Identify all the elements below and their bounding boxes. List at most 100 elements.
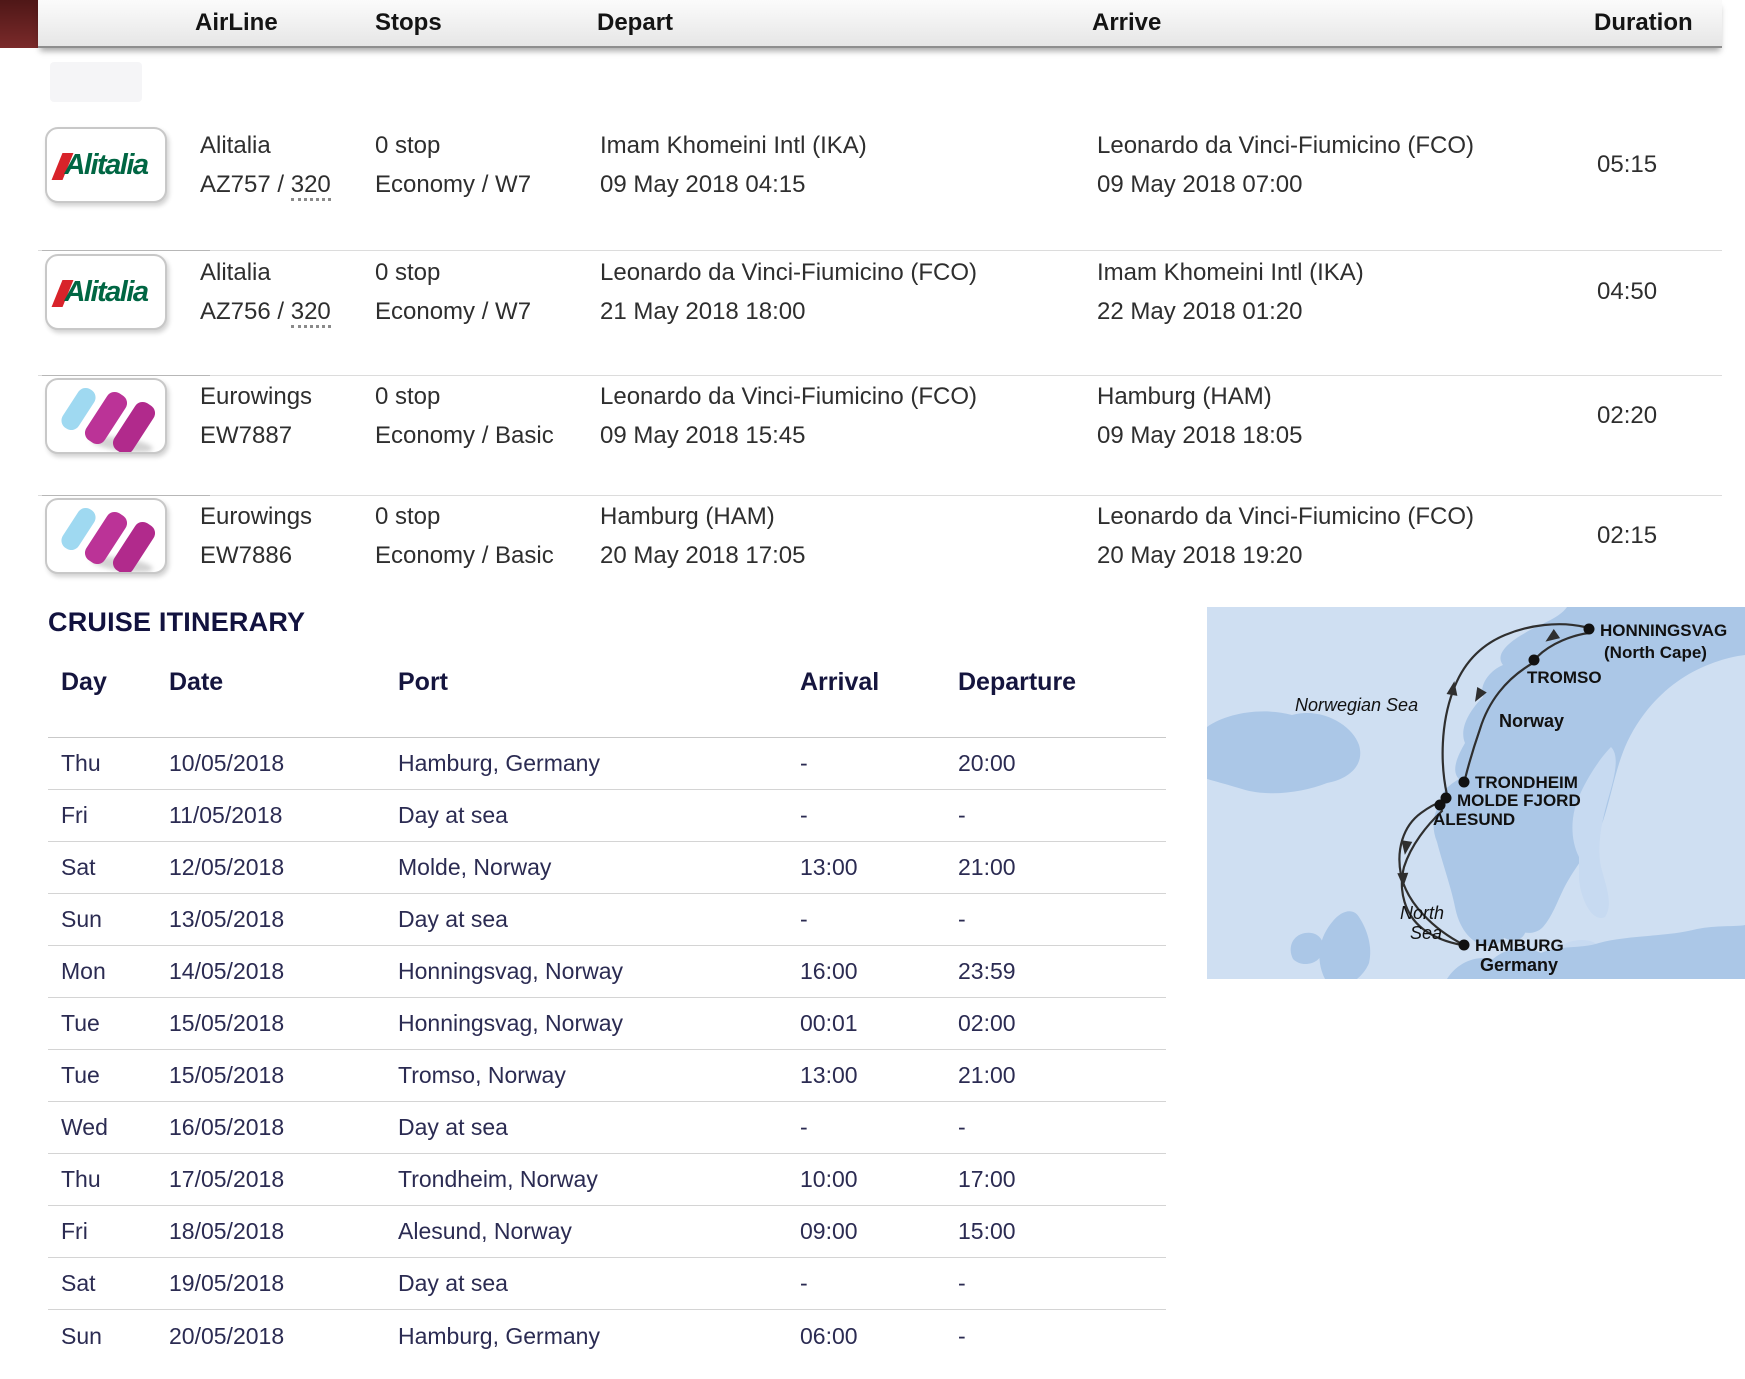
departure-cell: 23:59 (958, 958, 1166, 985)
departure-cell: - (958, 1323, 1166, 1350)
duration-value: 05:15 (1597, 151, 1722, 179)
airline-cell: Eurowings EW7887 (200, 377, 375, 455)
day-cell: Fri (61, 1218, 169, 1245)
flight-cruise-summary-page: AirLine Stops Depart Arrive Duration Ali… (0, 0, 1745, 1379)
date-cell: 19/05/2018 (169, 1270, 398, 1297)
map-label-tromso: TROMSO (1527, 668, 1602, 687)
duration-value: 04:50 (1597, 278, 1722, 306)
cruise-row: Thu 17/05/2018 Trondheim, Norway 10:00 1… (48, 1154, 1166, 1206)
port-cell: Hamburg, Germany (398, 1323, 800, 1350)
port-cell: Alesund, Norway (398, 1218, 800, 1245)
arrive-cell: Hamburg (HAM) 09 May 2018 18:05 (1097, 377, 1597, 455)
map-label-north-sea-2: Sea (1410, 923, 1442, 943)
arrival-cell: 13:00 (800, 1062, 958, 1089)
depart-time: 21 May 2018 18:00 (600, 298, 806, 325)
airline-cell: Eurowings EW7886 (200, 497, 375, 575)
day-cell: Tue (61, 1062, 169, 1089)
map-label-norway: Norway (1499, 711, 1564, 731)
departure-cell: 21:00 (958, 1062, 1166, 1089)
depart-cell: Leonardo da Vinci-Fiumicino (FCO) 21 May… (600, 253, 1097, 331)
stops-cell: 0 stop Economy / Basic (375, 377, 600, 455)
aircraft-type[interactable]: 320 (291, 171, 331, 201)
date-cell: 18/05/2018 (169, 1218, 398, 1245)
airline-name: Eurowings (200, 503, 312, 530)
stops-count: 0 stop (375, 132, 440, 159)
column-header-duration: Duration (1594, 9, 1722, 37)
depart-airport: Leonardo da Vinci-Fiumicino (FCO) (600, 259, 977, 286)
cruise-row: Mon 14/05/2018 Honningsvag, Norway 16:00… (48, 946, 1166, 998)
alitalia-logo: Alitalia (45, 127, 167, 203)
flight-code: AZ756 / (200, 298, 284, 325)
flight-row-az756: Alitalia Alitalia AZ756 / 320 0 stop Eco… (38, 250, 1722, 375)
cabin-class: Economy / W7 (375, 171, 531, 198)
departure-cell: - (958, 906, 1166, 933)
aircraft-type[interactable]: 320 (291, 298, 331, 328)
map-label-trondheim: TRONDHEIM (1475, 773, 1578, 792)
map-label-hamburg: HAMBURG (1475, 936, 1564, 955)
arrival-cell: - (800, 750, 958, 777)
depart-time: 09 May 2018 04:15 (600, 171, 806, 198)
airline-name: Alitalia (200, 259, 271, 286)
arrive-time: 09 May 2018 07:00 (1097, 171, 1303, 198)
cruise-row: Wed 16/05/2018 Day at sea - - (48, 1102, 1166, 1154)
depart-airport: Imam Khomeini Intl (IKA) (600, 132, 867, 159)
arrival-cell: 16:00 (800, 958, 958, 985)
depart-airport: Hamburg (HAM) (600, 503, 775, 530)
cruise-table-header: Day Date Port Arrival Departure (48, 655, 1166, 738)
cruise-row: Tue 15/05/2018 Honningsvag, Norway 00:01… (48, 998, 1166, 1050)
column-header-airline: AirLine (195, 9, 375, 37)
arrival-cell: 00:01 (800, 1010, 958, 1037)
arrive-airport: Leonardo da Vinci-Fiumicino (FCO) (1097, 132, 1474, 159)
port-cell: Day at sea (398, 1270, 800, 1297)
arrival-cell: 09:00 (800, 1218, 958, 1245)
flights-table: Alitalia Alitalia AZ757 / 320 0 stop Eco… (38, 48, 1722, 615)
port-cell: Hamburg, Germany (398, 750, 800, 777)
date-cell: 12/05/2018 (169, 854, 398, 881)
cruise-row: Fri 18/05/2018 Alesund, Norway 09:00 15:… (48, 1206, 1166, 1258)
airline-name: Alitalia (200, 132, 271, 159)
port-cell: Trondheim, Norway (398, 1166, 800, 1193)
stops-count: 0 stop (375, 383, 440, 410)
airline-cell: Alitalia AZ756 / 320 (200, 253, 375, 331)
day-cell: Sun (61, 906, 169, 933)
date-cell: 15/05/2018 (169, 1062, 398, 1089)
depart-airport: Leonardo da Vinci-Fiumicino (FCO) (600, 383, 977, 410)
airline-cell: Alitalia AZ757 / 320 (200, 126, 375, 204)
departure-cell: - (958, 1270, 1166, 1297)
cruise-row: Sun 13/05/2018 Day at sea - - (48, 894, 1166, 946)
departure-cell: 17:00 (958, 1166, 1166, 1193)
column-header-date: Date (169, 668, 398, 737)
port-cell: Molde, Norway (398, 854, 800, 881)
arrival-cell: - (800, 802, 958, 829)
departure-cell: - (958, 1114, 1166, 1141)
cruise-table: Thu 10/05/2018 Hamburg, Germany - 20:00 … (48, 738, 1166, 1362)
port-cell: Tromso, Norway (398, 1062, 800, 1089)
cruise-route-map: HONNINGSVAG (North Cape) TROMSO Norwegia… (1207, 607, 1745, 979)
port-cell: Honningsvag, Norway (398, 958, 800, 985)
port-cell: Day at sea (398, 802, 800, 829)
stops-count: 0 stop (375, 503, 440, 530)
map-label-germany: Germany (1480, 955, 1558, 975)
eurowings-logo (45, 498, 167, 574)
stops-cell: 0 stop Economy / W7 (375, 253, 600, 331)
depart-cell: Leonardo da Vinci-Fiumicino (FCO) 09 May… (600, 377, 1097, 455)
date-cell: 13/05/2018 (169, 906, 398, 933)
cruise-row: Fri 11/05/2018 Day at sea - - (48, 790, 1166, 842)
map-label-alesund: ALESUND (1433, 810, 1515, 829)
eurowings-logo (45, 378, 167, 454)
date-cell: 20/05/2018 (169, 1323, 398, 1350)
flight-code: AZ757 / (200, 171, 284, 198)
cruise-row: Sun 20/05/2018 Hamburg, Germany 06:00 - (48, 1310, 1166, 1362)
day-cell: Sun (61, 1323, 169, 1350)
date-cell: 14/05/2018 (169, 958, 398, 985)
port-cell: Day at sea (398, 906, 800, 933)
arrival-cell: 10:00 (800, 1166, 958, 1193)
map-label-norwegian-sea: Norwegian Sea (1295, 695, 1418, 715)
depart-cell: Imam Khomeini Intl (IKA) 09 May 2018 04:… (600, 126, 1097, 204)
column-header-port: Port (398, 668, 800, 737)
cabin-class: Economy / W7 (375, 298, 531, 325)
date-cell: 17/05/2018 (169, 1166, 398, 1193)
airline-name: Eurowings (200, 383, 312, 410)
day-cell: Thu (61, 750, 169, 777)
port-cell: Honningsvag, Norway (398, 1010, 800, 1037)
